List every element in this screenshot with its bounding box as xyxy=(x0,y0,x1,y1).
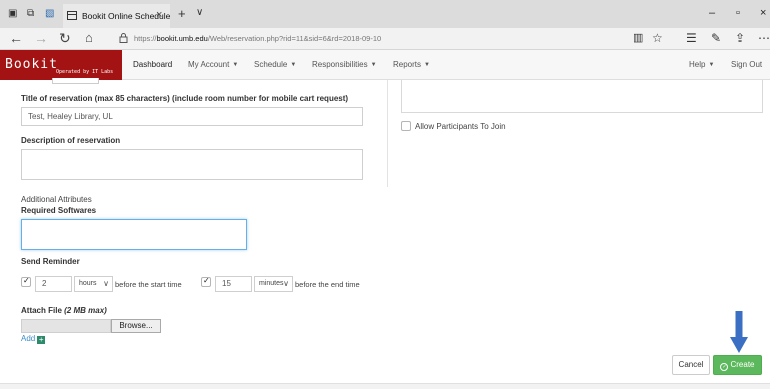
nav-sign-out[interactable]: Sign Out xyxy=(731,60,762,69)
description-label: Description of reservation xyxy=(21,136,121,145)
browse-button[interactable]: Browse... xyxy=(111,319,161,333)
check-circle-icon: ✓ xyxy=(720,363,729,371)
reminder-start-value[interactable]: 2 xyxy=(35,276,72,292)
caret-down-icon: ▼ xyxy=(232,62,239,68)
reminder-start-checkbox[interactable] xyxy=(21,276,31,287)
nav-schedule-label: Schedule xyxy=(254,60,288,69)
nav-responsibilities[interactable]: Responsibilities ▼ xyxy=(312,60,377,69)
tab-list-chevron-icon[interactable]: ∨ xyxy=(196,7,203,18)
nav-reports-label: Reports xyxy=(393,60,422,69)
nav-dashboard[interactable]: Dashboard xyxy=(133,60,172,69)
browser-tab[interactable]: Bookit Online Schedule × xyxy=(63,4,170,28)
caret-down-icon: ▼ xyxy=(708,62,715,68)
url-path: /Web/reservation.php?rid=11&sid=6&rd=201… xyxy=(207,34,382,43)
nav-responsibilities-label: Responsibilities xyxy=(312,60,368,69)
title-input[interactable]: Test, Healey Library, UL xyxy=(21,107,363,126)
logo-text: Bookit xyxy=(5,57,58,72)
plus-icon: + xyxy=(37,335,46,344)
reminder-end-suffix: before the end time xyxy=(295,280,360,289)
nav-my-account-label: My Account xyxy=(188,60,230,69)
column-divider xyxy=(387,80,388,187)
reminder-start-unit-select[interactable]: hours ∨ xyxy=(74,276,113,292)
attach-file-hint: (2 MB max) xyxy=(64,306,107,315)
app-navbar: Bookit Operated by IT Labs Dashboard My … xyxy=(0,50,770,80)
create-label: Create xyxy=(730,360,755,369)
url-field[interactable]: https://bookit.umb.edu/Web/reservation.p… xyxy=(134,34,381,43)
favorites-hub-icon[interactable]: ☰ xyxy=(686,32,697,44)
attach-file-label: Attach File (2 MB max) xyxy=(21,306,107,315)
tab-actions-icon[interactable]: ▣ xyxy=(8,9,19,19)
nav-help-label: Help xyxy=(689,60,706,69)
required-softwares-label: Required Softwares xyxy=(21,206,97,215)
back-icon[interactable]: ← xyxy=(9,31,23,45)
page-icon xyxy=(67,11,77,20)
cancel-button[interactable]: Cancel xyxy=(672,355,710,375)
reminder-start-suffix: before the start time xyxy=(115,280,182,289)
logo-subtitle: Operated by IT Labs xyxy=(56,69,114,75)
reminder-end-checkbox[interactable] xyxy=(201,276,211,287)
reminder-end-value[interactable]: 15 xyxy=(215,276,252,292)
reminder-end-unit: minutes xyxy=(259,280,284,287)
title-label: Title of reservation (max 85 characters)… xyxy=(21,94,349,103)
refresh-icon[interactable]: ↻ xyxy=(59,31,71,45)
address-toolbar: ← → ↻ ⌂ https://bookit.umb.edu/Web/reser… xyxy=(0,28,770,50)
forward-icon[interactable]: → xyxy=(34,31,48,45)
add-attachment-link[interactable]: Add + xyxy=(21,334,46,344)
allow-participants-checkbox[interactable] xyxy=(401,121,411,131)
annotation-arrow-icon xyxy=(730,311,748,353)
additional-attributes-label: Additional Attributes xyxy=(21,195,92,204)
lock-icon xyxy=(119,33,128,43)
bookit-logo[interactable]: Bookit Operated by IT Labs xyxy=(0,50,122,80)
set-aside-tabs-icon[interactable]: ⧉ xyxy=(27,9,38,19)
scrolled-field-edge xyxy=(52,78,99,84)
caret-down-icon: ▼ xyxy=(424,62,430,68)
url-host: bookit.umb.edu xyxy=(156,34,208,43)
attach-file-label-text: Attach File xyxy=(21,306,62,315)
create-button[interactable]: ✓ Create xyxy=(713,355,762,375)
maximize-icon[interactable]: ▫ xyxy=(736,7,740,19)
description-textarea[interactable] xyxy=(21,149,363,180)
bottom-edge xyxy=(0,383,770,389)
close-window-icon[interactable]: × xyxy=(760,7,766,19)
minimize-icon[interactable]: – xyxy=(709,7,715,19)
participants-field[interactable] xyxy=(401,80,763,113)
nav-reports[interactable]: Reports ▼ xyxy=(393,60,430,69)
nav-schedule[interactable]: Schedule ▼ xyxy=(254,60,296,69)
nav-my-account[interactable]: My Account ▼ xyxy=(188,60,238,69)
nav-help[interactable]: Help ▼ xyxy=(689,60,714,69)
favorite-star-icon[interactable]: ☆ xyxy=(652,32,663,44)
browser-tab-bar: ▣ ⧉ ▧ Bookit Online Schedule × + ∨ – ▫ × xyxy=(0,0,770,28)
share-icon[interactable]: ⇪ xyxy=(735,32,745,44)
more-icon[interactable]: ⋯ xyxy=(758,32,770,44)
home-icon[interactable]: ⌂ xyxy=(85,31,93,45)
required-softwares-input[interactable] xyxy=(21,219,247,250)
reminder-start-unit: hours xyxy=(79,280,97,287)
caret-down-icon: ▼ xyxy=(370,62,377,68)
tab-close-icon[interactable]: × xyxy=(156,9,162,21)
allow-participants-label: Allow Participants To Join xyxy=(415,122,506,131)
file-name-field[interactable] xyxy=(21,319,111,333)
new-tab-icon[interactable]: + xyxy=(178,6,186,21)
caret-down-icon: ▼ xyxy=(290,62,297,68)
reminder-end-unit-select[interactable]: minutes ∨ xyxy=(254,276,293,292)
add-label: Add xyxy=(21,334,36,343)
reading-view-icon[interactable]: ▥ xyxy=(633,32,643,44)
tab-preview-icon[interactable]: ▧ xyxy=(45,9,56,19)
send-reminder-label: Send Reminder xyxy=(21,257,80,266)
web-note-icon[interactable]: ✎ xyxy=(711,32,721,44)
url-prefix: https:// xyxy=(134,34,157,43)
chevron-down-icon: ∨ xyxy=(283,279,289,288)
chevron-down-icon: ∨ xyxy=(103,279,109,288)
